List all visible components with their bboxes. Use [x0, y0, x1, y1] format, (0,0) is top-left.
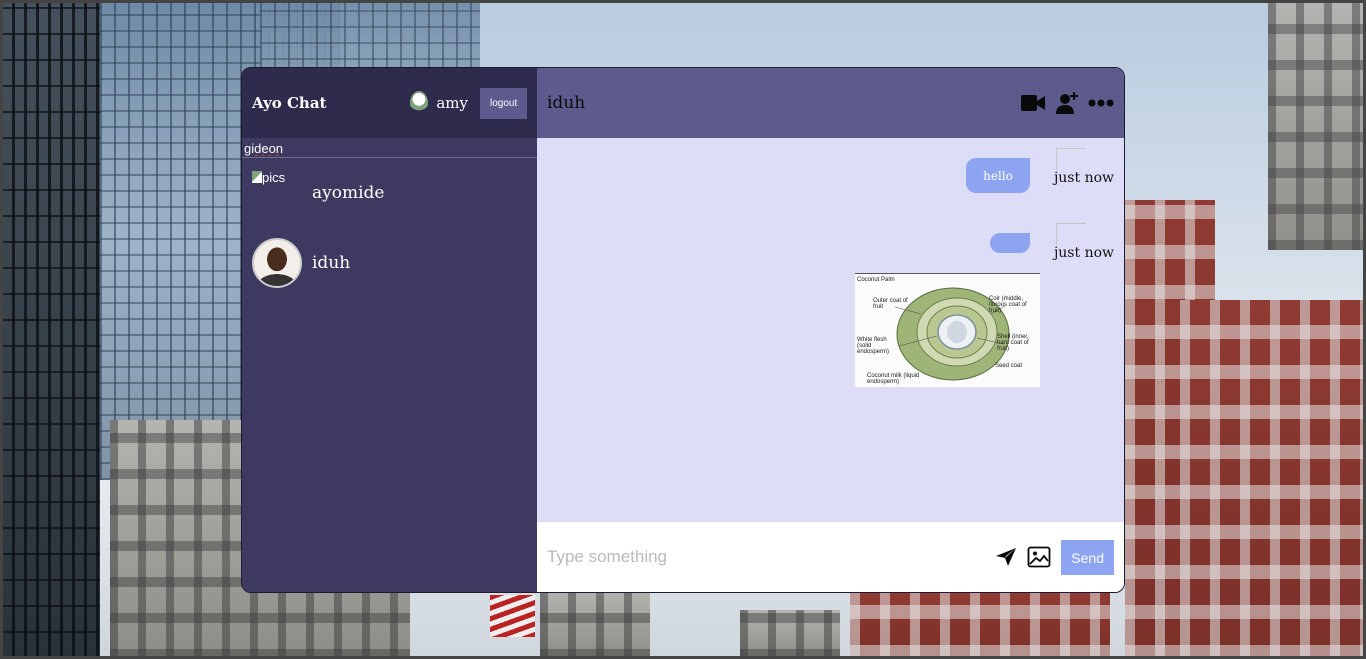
label-shell: Shell (inner, hard coat of fruit): [997, 334, 1029, 352]
image-upload-icon[interactable]: [1027, 546, 1051, 568]
app-logo: Ayo Chat: [252, 94, 327, 112]
message-time: just now: [1053, 170, 1114, 186]
add-user-icon[interactable]: [1054, 90, 1080, 116]
logout-button[interactable]: logout: [480, 87, 527, 119]
search-form: [242, 138, 537, 158]
broken-image-icon: [252, 171, 262, 183]
message-composer: Send: [537, 522, 1124, 592]
message-info: just now: [1054, 148, 1114, 186]
chat-panel: iduh just now hello just now Coconut Pal…: [537, 68, 1124, 592]
diagram-title: Coconut Palm: [857, 277, 895, 283]
chat-actions: [1020, 90, 1114, 116]
contact-avatar-alt: pics: [262, 170, 286, 185]
label-white: White flesh (solid endosperm): [857, 337, 890, 355]
message-bubble: [990, 233, 1030, 253]
contact-name: ayomide: [312, 183, 385, 203]
messages-area: just now hello just now Coconut Palm Out…: [537, 138, 1124, 522]
composer-actions: Send: [995, 539, 1114, 575]
label-seed: Seed coat: [995, 363, 1023, 369]
user-avatar: [410, 91, 429, 115]
message-text: hello: [983, 168, 1013, 183]
coconut-diagram: Coconut Palm: [855, 274, 1040, 387]
chat-header: iduh: [537, 68, 1124, 138]
contact-avatar-broken: pics: [252, 168, 302, 218]
label-outer: Outer coat of fruit: [873, 298, 908, 310]
message-info: just now: [1054, 223, 1114, 261]
label-coir: Coir (middle, fibrous coat of fruit): [989, 296, 1027, 314]
message-image[interactable]: Coconut Palm Outer coat of fruit Coir (m…: [855, 273, 1040, 387]
navbar: Ayo Chat amy logout: [242, 68, 537, 138]
contact-item[interactable]: iduh: [242, 228, 537, 298]
label-milk: Coconut milk (liquid endosperm): [867, 373, 920, 385]
chat-partner-name: iduh: [547, 93, 586, 113]
sender-avatar: [1055, 148, 1086, 170]
current-user: amy logout: [410, 87, 527, 119]
sender-avatar: [1055, 223, 1086, 245]
contact-item[interactable]: pics ayomide: [242, 158, 537, 228]
send-button[interactable]: Send: [1061, 539, 1114, 575]
search-input[interactable]: [242, 139, 537, 158]
message-bubble: hello: [966, 158, 1030, 193]
more-icon[interactable]: [1088, 98, 1114, 108]
contact-avatar: [252, 238, 302, 288]
contact-name: iduh: [312, 253, 351, 273]
video-icon[interactable]: [1020, 92, 1046, 114]
user-name: amy: [436, 94, 468, 112]
sidebar: Ayo Chat amy logout pics ayomide iduh: [242, 68, 537, 592]
chat-window: Ayo Chat amy logout pics ayomide iduh id…: [241, 67, 1125, 593]
message-input[interactable]: [547, 547, 996, 567]
message-time: just now: [1053, 245, 1114, 261]
send-plane-icon[interactable]: [995, 547, 1017, 567]
